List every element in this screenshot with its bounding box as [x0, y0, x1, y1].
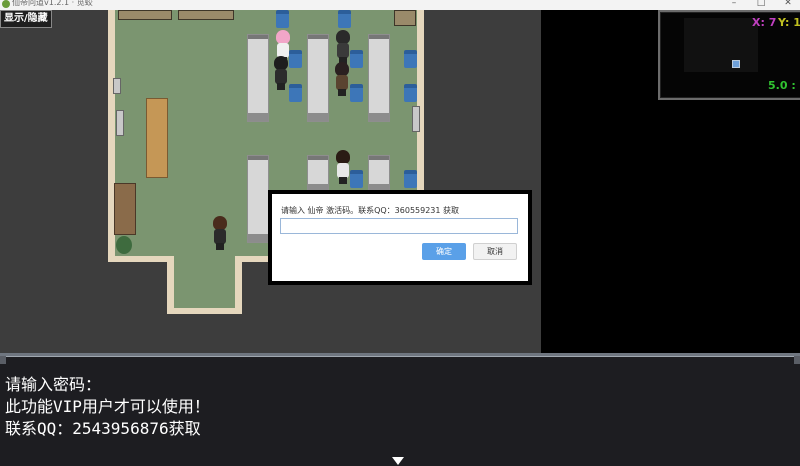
app-icon — [2, 0, 10, 8]
chair — [404, 50, 417, 68]
dialog-prompt: 请输入 仙帝 激活码。联系QQ：360559231 获取 — [281, 206, 460, 215]
minimap-y-coordinate: Y: 1 — [778, 16, 800, 29]
message-line: 此功能VIP用户才可以使用！ — [5, 397, 210, 416]
character-body — [214, 229, 226, 244]
character-body — [275, 69, 287, 84]
student-desk — [368, 34, 390, 122]
window-title-bar: 仙帝问道v1.2.1 · 觅蛟 – □ ✕ — [0, 0, 800, 10]
bookshelf — [118, 10, 172, 20]
character-head — [213, 216, 227, 230]
character-head — [335, 62, 349, 76]
wooden-cabinet — [114, 183, 136, 235]
window-title: 仙帝问道v1.2.1 · 觅蛟 — [12, 0, 93, 7]
student-desk — [307, 155, 329, 193]
character-head — [336, 150, 350, 164]
minimap-scale-ratio: 5.0 : 1 — [768, 79, 800, 92]
message-window-corner — [0, 356, 6, 364]
close-button[interactable]: ✕ — [782, 0, 794, 8]
message-window[interactable]: 请输入密码： 此功能VIP用户才可以使用！ 联系QQ：2543956876获取 — [0, 353, 800, 466]
minimize-button[interactable]: – — [728, 0, 740, 8]
student-desk — [247, 34, 269, 122]
character-body — [337, 43, 349, 58]
npc-student-black-hair[interactable] — [272, 56, 290, 90]
window-frame — [116, 110, 124, 136]
continue-arrow-icon[interactable] — [392, 457, 404, 465]
entrance-floor — [174, 252, 235, 308]
character-legs — [339, 177, 347, 184]
student-desk — [368, 155, 390, 193]
player-character[interactable] — [211, 216, 229, 250]
bookshelf — [178, 10, 234, 20]
character-head — [274, 56, 288, 70]
window-frame — [412, 106, 420, 132]
potted-plant — [116, 236, 132, 254]
chair — [338, 10, 351, 28]
cancel-button[interactable]: 取消 — [473, 243, 517, 260]
teacher-desk — [146, 98, 168, 178]
chair — [276, 10, 289, 28]
classroom-entrance — [167, 252, 242, 314]
character-legs — [216, 243, 224, 250]
maximize-button[interactable]: □ — [755, 0, 767, 8]
cabinet-top — [394, 10, 416, 26]
chair — [350, 84, 363, 102]
activation-code-input[interactable] — [280, 218, 518, 234]
chair — [404, 84, 417, 102]
show-hide-toggle-button[interactable]: 显示/隐藏 — [0, 10, 52, 28]
message-window-corner — [794, 356, 800, 364]
character-legs — [338, 89, 346, 96]
game-viewport[interactable]: 显示/隐藏 X: 7 Y: 1 5.0 : 1 请输入 仙帝 激活码。联系QQ：… — [0, 10, 800, 466]
character-head — [336, 30, 350, 44]
character-body — [336, 75, 348, 90]
student-desk — [307, 34, 329, 122]
minimap-area — [684, 18, 758, 72]
minimap-player-marker — [732, 60, 740, 68]
character-body — [337, 163, 349, 178]
character-head — [276, 30, 290, 44]
chair — [404, 170, 417, 188]
window-frame — [113, 78, 121, 94]
npc-student-dark-hair[interactable] — [334, 30, 352, 64]
npc-student-brown-outfit[interactable] — [333, 62, 351, 96]
student-desk — [247, 155, 269, 243]
npc-student-girl[interactable] — [334, 150, 352, 184]
chair — [289, 84, 302, 102]
message-line: 联系QQ：2543956876获取 — [5, 419, 201, 438]
confirm-button[interactable]: 确定 — [422, 243, 466, 260]
message-line: 请输入密码： — [5, 375, 102, 394]
character-legs — [277, 83, 285, 90]
activation-code-dialog: 请输入 仙帝 激活码。联系QQ：360559231 获取 确定 取消 — [270, 192, 530, 283]
minimap-x-coordinate: X: 7 — [752, 16, 777, 29]
